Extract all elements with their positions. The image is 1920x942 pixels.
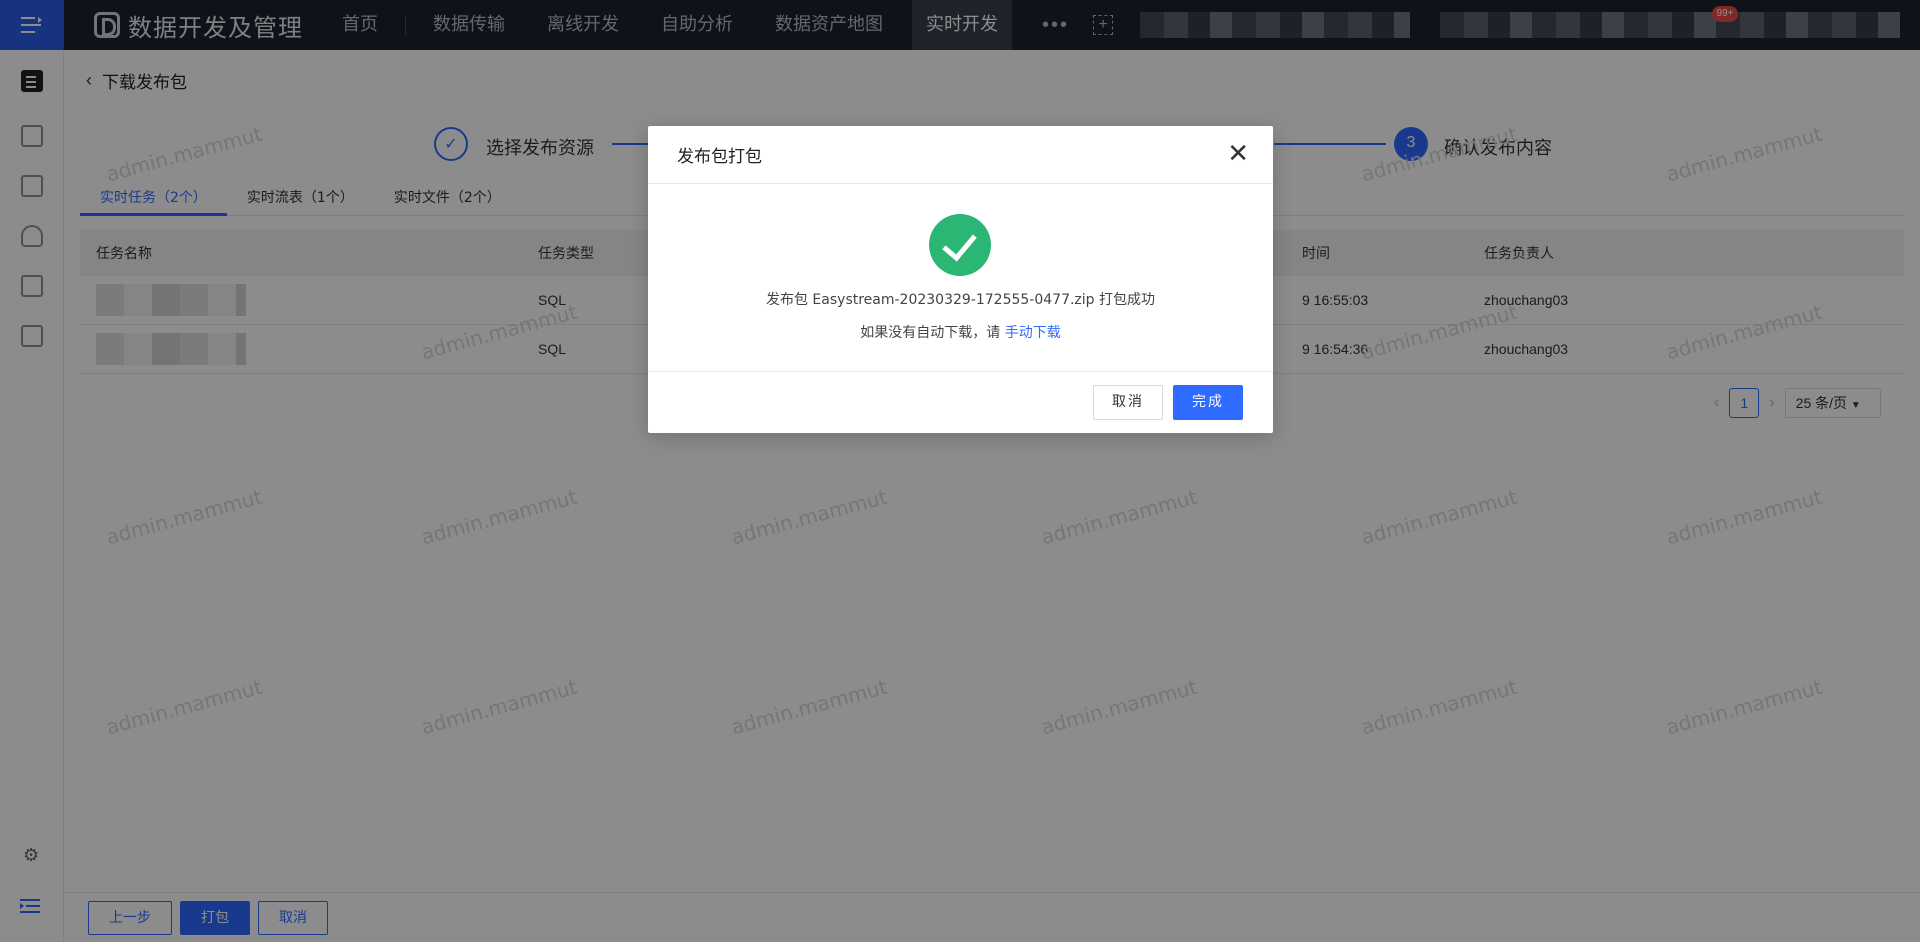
success-check-icon	[929, 214, 991, 276]
close-icon[interactable]: ✕	[1227, 140, 1249, 166]
dialog-cancel-button[interactable]: 取消	[1093, 384, 1163, 420]
download-hint: 如果没有自动下载，请 手动下载	[648, 322, 1273, 342]
success-message: 发布包 Easystream-20230329-172555-0477.zip …	[765, 292, 1156, 308]
dialog-body: 发布包 Easystream-20230329-172555-0477.zip …	[648, 184, 1273, 372]
dialog-header: 发布包打包 ✕	[648, 126, 1273, 184]
package-dialog: 发布包打包 ✕ 发布包 Easystream-20230329-172555-0…	[648, 126, 1273, 433]
manual-download-link[interactable]: 手动下载	[1005, 325, 1061, 341]
download-hint-text: 如果没有自动下载，请	[860, 325, 1001, 341]
dialog-done-button[interactable]: 完成	[1173, 384, 1243, 420]
dialog-title: 发布包打包	[677, 147, 762, 167]
dialog-footer: 取消 完成	[648, 372, 1273, 432]
